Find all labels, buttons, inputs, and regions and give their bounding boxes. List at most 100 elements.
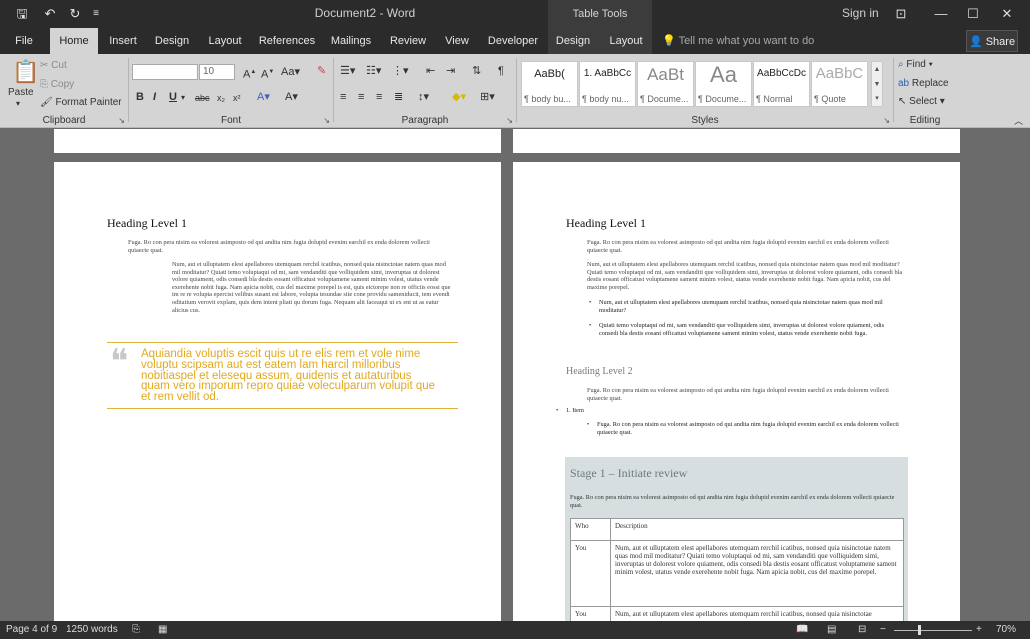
paste-dropdown-icon[interactable]: ▾ [16, 99, 20, 108]
font-launcher-icon[interactable]: ↘ [323, 116, 330, 125]
bold-icon[interactable]: B [136, 90, 144, 104]
page-left[interactable]: Heading Level 1 Fuga. Ro con pera nisim … [54, 162, 501, 621]
proofing-icon[interactable]: ⎘ [132, 624, 140, 635]
justify-icon[interactable]: ≣ [394, 90, 403, 104]
word-count[interactable]: 1250 words [66, 624, 118, 635]
paste-icon[interactable]: 📋 [12, 59, 39, 85]
style-tile-normal[interactable]: AaBbCcDc ¶ Normal [753, 61, 810, 107]
tab-developer[interactable]: Developer [484, 28, 542, 54]
grow-font-icon[interactable]: A▲ [243, 65, 256, 82]
style-tile-body-bullet[interactable]: AaBb( ¶ body bu... [521, 61, 578, 107]
tell-me-search[interactable]: 💡 Tell me what you want to do [662, 28, 814, 54]
copy-button[interactable]: ⎘ Copy [40, 79, 74, 90]
undo-icon[interactable]: ↶ [38, 5, 62, 23]
cut-button[interactable]: ✂ Cut [40, 60, 67, 71]
style-tile-quote[interactable]: AaBbC ¶ Quote [811, 61, 868, 107]
borders-icon[interactable]: ⊞▾ [480, 90, 495, 104]
paste-button[interactable]: Paste [8, 87, 34, 98]
table-tools-label: Table Tools [548, 0, 652, 28]
paragraph-group: ☰▾ ☷▾ ⋮▾ ⇤ ⇥ ⇅ ¶ ≡ ≡ ≡ ≣ ↕▾ ◆▾ ⊞▾ Paragr… [334, 54, 516, 128]
review-table[interactable]: Who Description You Num, aut et ulluptat… [570, 518, 904, 621]
body-paragraph: Fuga. Ro con pera nisim ea volorest asim… [587, 239, 889, 254]
tab-home[interactable]: Home [50, 28, 98, 54]
clear-formatting-icon[interactable]: ✎ [317, 64, 326, 78]
zoom-slider[interactable] [894, 630, 972, 631]
web-layout-icon[interactable]: ⊟ [858, 624, 866, 635]
styles-label: Styles [691, 115, 719, 126]
align-right-icon[interactable]: ≡ [376, 90, 382, 104]
change-case-icon[interactable]: Aa▾ [281, 65, 300, 79]
page-indicator[interactable]: Page 4 of 9 [6, 624, 57, 635]
line-spacing-icon[interactable]: ↕▾ [418, 90, 429, 104]
scroll-down-icon[interactable]: ▼ [872, 77, 882, 92]
subscript-icon[interactable]: x₂ [217, 91, 225, 105]
minimize-icon[interactable]: — [926, 4, 956, 24]
replace-button[interactable]: ab Replace [898, 78, 949, 89]
collapse-ribbon-icon[interactable]: ︿ [1014, 114, 1023, 127]
redo-icon[interactable]: ↻ [64, 5, 86, 23]
align-center-icon[interactable]: ≡ [358, 90, 364, 104]
strikethrough-icon[interactable]: abc [195, 91, 210, 105]
styles-launcher-icon[interactable]: ↘ [883, 116, 890, 125]
close-icon[interactable]: ✕ [992, 4, 1022, 24]
zoom-out-icon[interactable]: − [880, 624, 886, 635]
save-icon[interactable]: 🖫 [10, 5, 34, 23]
underline-dropdown-icon[interactable]: ▾ [181, 91, 185, 105]
style-name: ¶ Quote [814, 94, 846, 104]
italic-icon[interactable]: I [153, 90, 156, 104]
shading-icon[interactable]: ◆▾ [452, 90, 466, 104]
style-tile-document-2[interactable]: Aa ¶ Docume... [695, 61, 752, 107]
macro-recording-icon[interactable]: ▦ [158, 624, 167, 635]
tab-design[interactable]: Design [152, 28, 192, 54]
print-layout-icon[interactable]: ▤ [827, 624, 836, 635]
shrink-font-icon[interactable]: A▼ [261, 65, 274, 82]
share-button[interactable]: 👤 Share [966, 30, 1018, 52]
font-color-icon[interactable]: A▾ [285, 90, 298, 104]
zoom-in-icon[interactable]: + [976, 624, 982, 635]
tab-references[interactable]: References [258, 28, 316, 54]
numbering-icon[interactable]: ☷▾ [366, 64, 381, 78]
underline-icon[interactable]: U [169, 90, 177, 104]
maximize-icon[interactable]: ☐ [958, 4, 988, 24]
ribbon-display-icon[interactable]: ⊡ [886, 4, 916, 24]
select-button[interactable]: ↖ Select ▾ [898, 96, 945, 107]
page-right[interactable]: Heading Level 1 Fuga. Ro con pera nisim … [513, 162, 960, 621]
customize-qat-icon[interactable]: ≡ [88, 5, 104, 23]
style-tile-document-1[interactable]: AaBt ¶ Docume... [637, 61, 694, 107]
tab-table-design[interactable]: Design [552, 28, 594, 54]
document-area[interactable]: Heading Level 1 Fuga. Ro con pera nisim … [0, 129, 1030, 621]
show-marks-icon[interactable]: ¶ [498, 64, 504, 78]
superscript-icon[interactable]: x² [233, 91, 241, 105]
bullets-icon[interactable]: ☰▾ [340, 64, 355, 78]
style-tile-body-numbered[interactable]: 1. AaBbCc ¶ body nu... [579, 61, 636, 107]
tab-view[interactable]: View [440, 28, 474, 54]
tab-insert[interactable]: Insert [104, 28, 142, 54]
more-styles-icon[interactable]: ▾ [872, 92, 882, 106]
tab-file[interactable]: File [6, 28, 42, 54]
font-size-box[interactable]: 10 [199, 64, 235, 80]
text-effects-icon[interactable]: A▾ [257, 90, 270, 104]
align-left-icon[interactable]: ≡ [340, 90, 346, 104]
multilevel-list-icon[interactable]: ⋮▾ [392, 64, 409, 78]
zoom-slider-thumb[interactable] [918, 625, 921, 635]
font-name-box[interactable] [132, 64, 198, 80]
signin-link[interactable]: Sign in [842, 6, 879, 20]
clipboard-launcher-icon[interactable]: ↘ [118, 116, 125, 125]
editing-group: ⌕ Find ▾ ab Replace ↖ Select ▾ Editing [894, 54, 956, 128]
tab-table-layout[interactable]: Layout [604, 28, 648, 54]
scroll-up-icon[interactable]: ▲ [872, 62, 882, 77]
tab-review[interactable]: Review [386, 28, 430, 54]
format-painter-button[interactable]: 🖌 Format Painter [40, 97, 122, 108]
increase-indent-icon[interactable]: ⇥ [446, 64, 455, 78]
ribbon: 📋 Paste ▾ ✂ Cut ⎘ Copy 🖌 Format Painter … [0, 54, 1030, 128]
decrease-indent-icon[interactable]: ⇤ [426, 64, 435, 78]
styles-gallery-scroll[interactable]: ▲ ▼ ▾ [871, 61, 883, 107]
sort-icon[interactable]: ⇅ [472, 64, 481, 78]
tab-mailings[interactable]: Mailings [326, 28, 376, 54]
read-mode-icon[interactable]: 📖 [796, 624, 808, 635]
find-button[interactable]: ⌕ Find ▾ [898, 59, 933, 70]
person-icon: 👤 [968, 36, 983, 48]
tab-layout[interactable]: Layout [204, 28, 246, 54]
zoom-level[interactable]: 70% [996, 624, 1016, 635]
paragraph-launcher-icon[interactable]: ↘ [506, 116, 513, 125]
